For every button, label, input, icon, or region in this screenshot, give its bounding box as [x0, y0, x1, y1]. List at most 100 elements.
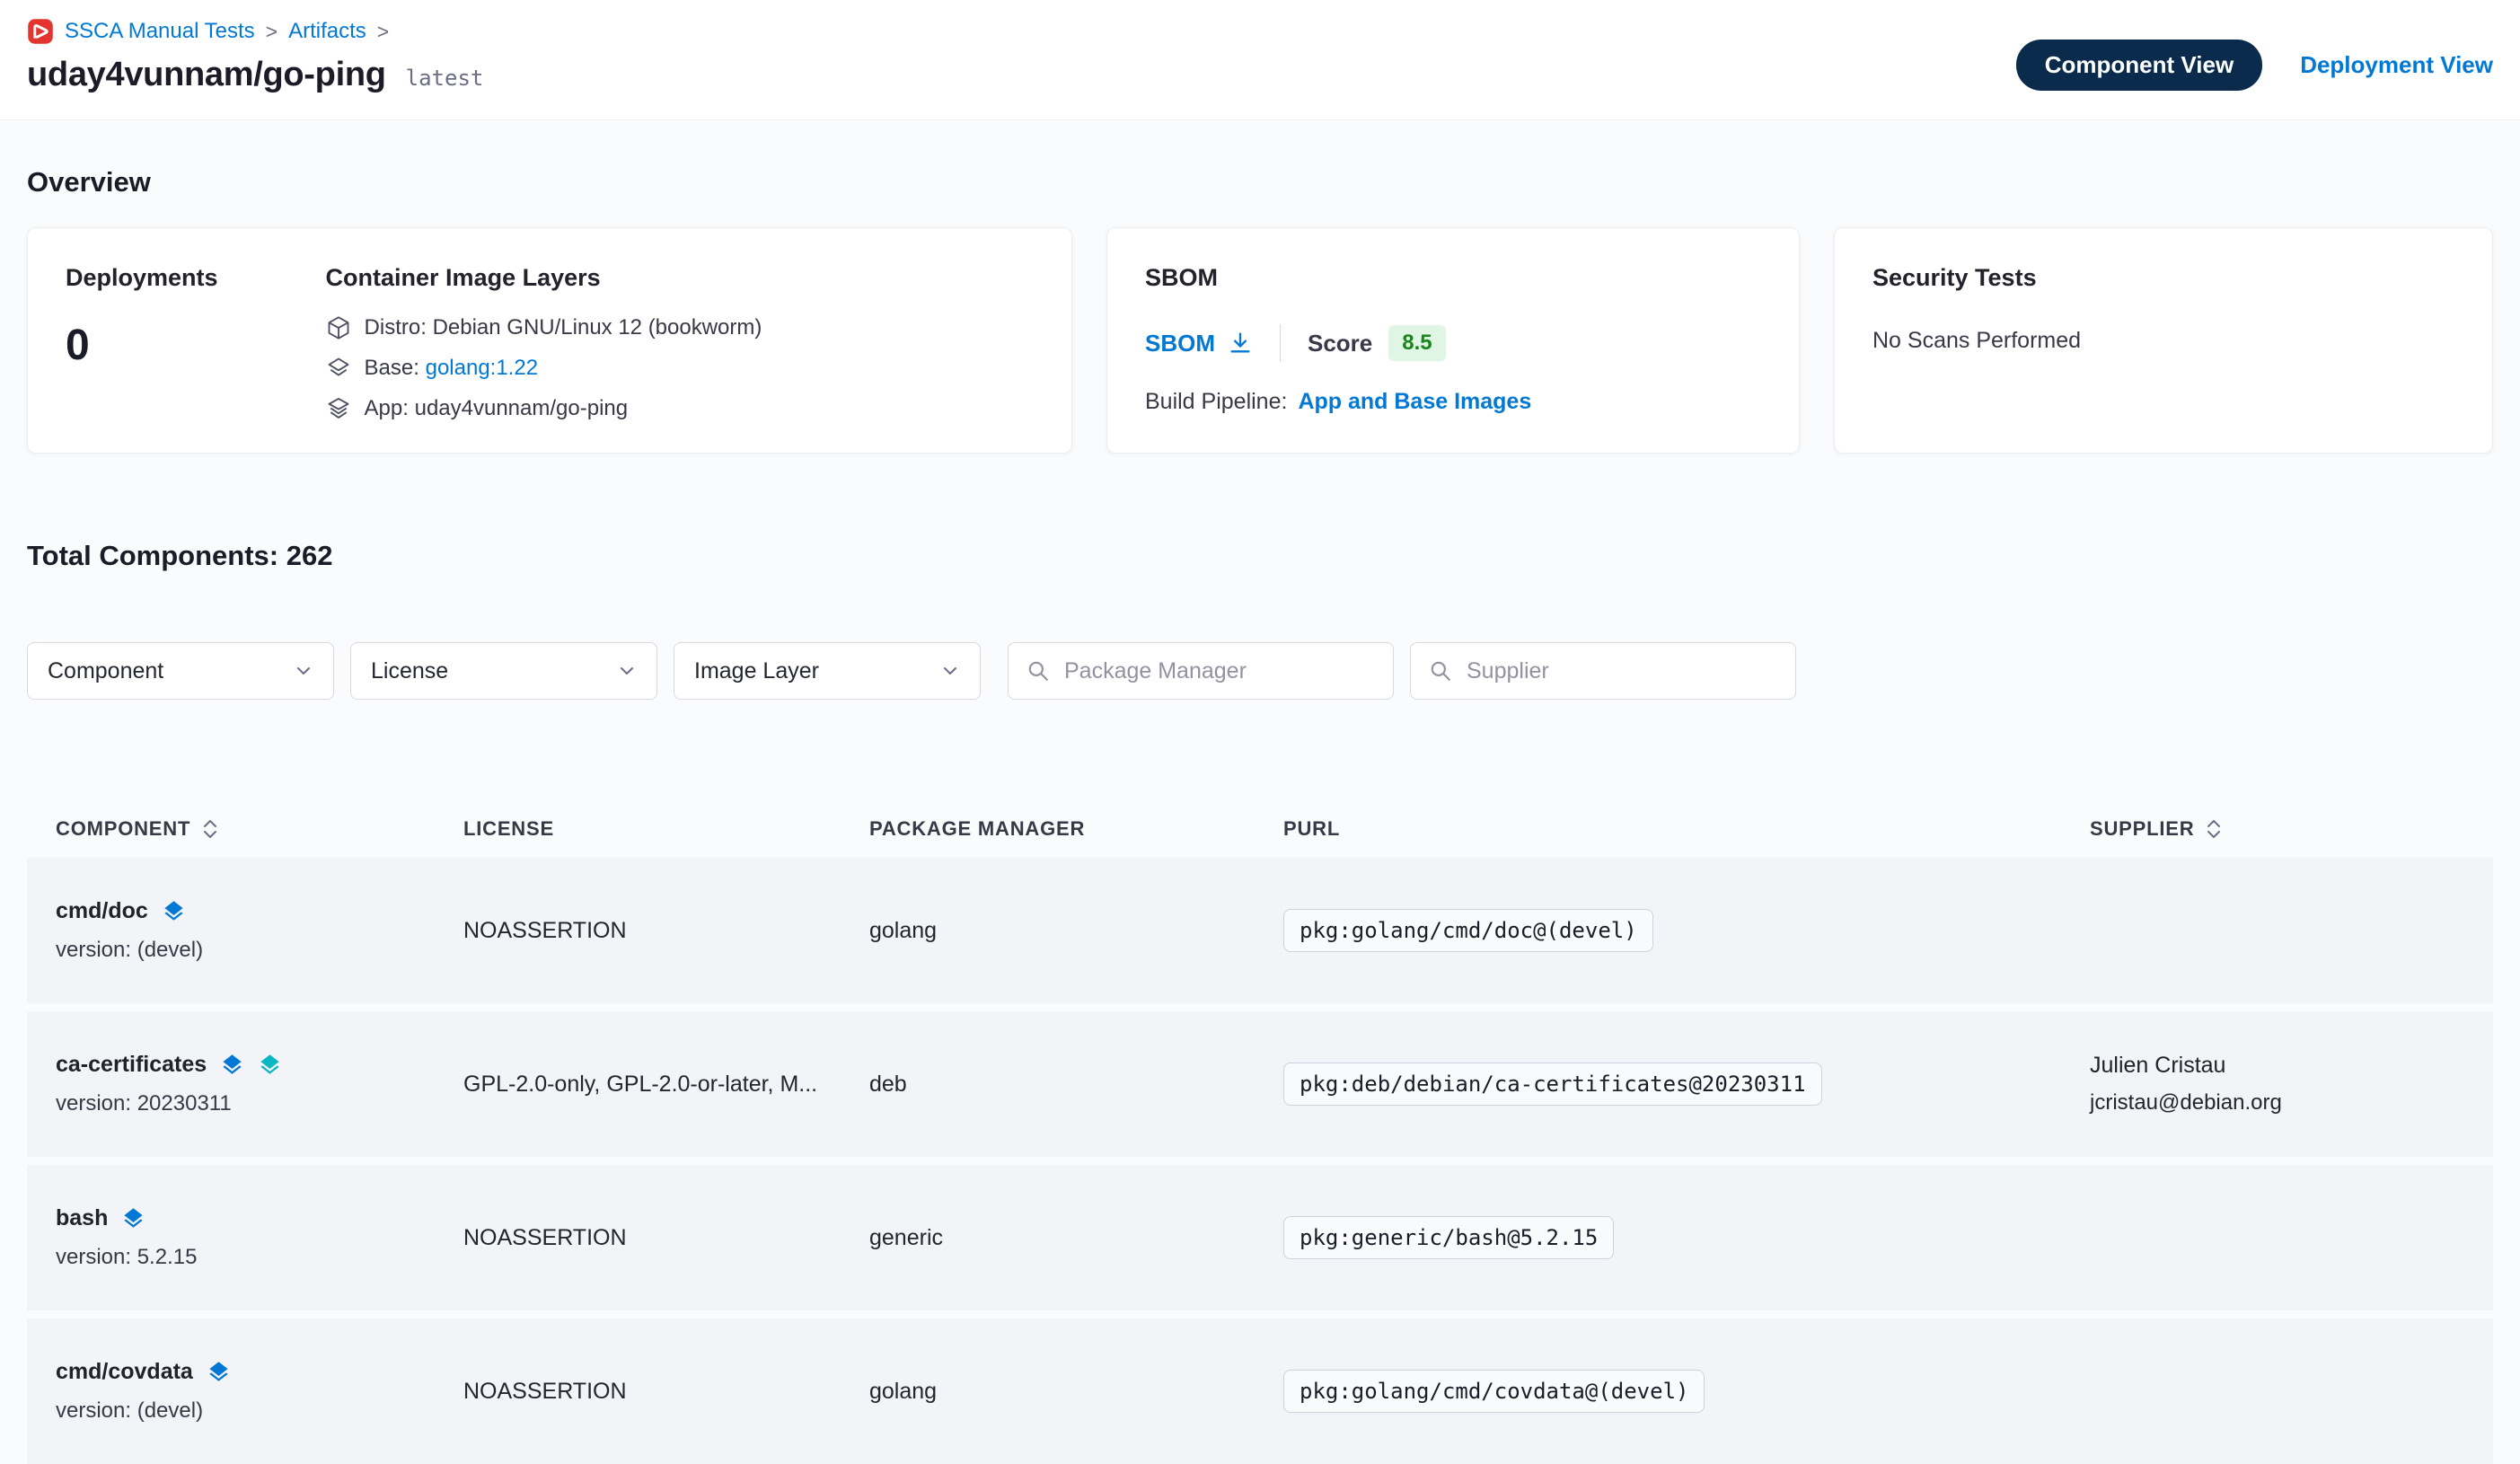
component-version: version: 5.2.15: [56, 1245, 463, 1270]
breadcrumb: SSCA Manual Tests > Artifacts >: [27, 18, 483, 45]
chevron-down-icon: [294, 661, 313, 681]
component-view-button[interactable]: Component View: [2016, 40, 2262, 91]
component-name: bash: [56, 1205, 108, 1231]
component-filter-dropdown[interactable]: Component: [27, 642, 334, 700]
layers-icon: [220, 1053, 244, 1077]
deployments-title: Deployments: [66, 264, 218, 292]
security-tests-status: No Scans Performed: [1872, 328, 2454, 354]
app-row: App: uday4vunnam/go-ping: [326, 396, 762, 421]
image-layer-filter-label: Image Layer: [694, 658, 819, 684]
license-cell: NOASSERTION: [463, 918, 869, 944]
table-row[interactable]: bash version: 5.2.15 NOASSERTION generic…: [27, 1165, 2493, 1310]
purl-chip: pkg:deb/debian/ca-certificates@20230311: [1283, 1063, 1822, 1106]
column-header-package-manager: PACKAGE MANAGER: [869, 817, 1283, 841]
license-cell: NOASSERTION: [463, 1225, 869, 1251]
search-icon: [1429, 659, 1452, 683]
harness-logo-icon: [27, 18, 54, 45]
sbom-title: SBOM: [1145, 264, 1761, 292]
score-label: Score: [1308, 330, 1372, 357]
supplier-email: jcristau@debian.org: [2090, 1090, 2464, 1116]
deployment-view-link[interactable]: Deployment View: [2300, 51, 2493, 79]
supplier-search: [1410, 642, 1796, 700]
page-title: uday4vunnam/go-ping: [27, 56, 386, 94]
distro-label: Distro:: [365, 315, 427, 340]
filter-bar: Component License Image Layer: [27, 642, 2493, 700]
deployments-count: 0: [66, 321, 218, 370]
license-filter-label: License: [371, 658, 448, 684]
component-name: cmd/doc: [56, 898, 148, 924]
package-manager-search-input[interactable]: [1062, 657, 1375, 685]
table-header: COMPONENT LICENSE PACKAGE MANAGER PURL S…: [27, 800, 2493, 858]
app-label: App:: [365, 396, 409, 420]
purl-chip: pkg:golang/cmd/covdata@(devel): [1283, 1370, 1705, 1413]
purl-chip: pkg:generic/bash@5.2.15: [1283, 1216, 1614, 1259]
package-manager-cell: golang: [869, 1379, 1283, 1405]
security-tests-card: Security Tests No Scans Performed: [1834, 227, 2493, 454]
component-filter-label: Component: [48, 658, 163, 684]
layers-icon: [207, 1360, 231, 1384]
package-manager-cell: deb: [869, 1072, 1283, 1098]
deployments-layers-card: Deployments 0 Container Image Layers Dis…: [27, 227, 1072, 454]
total-components-heading: Total Components: 262: [27, 540, 2493, 572]
license-cell: GPL-2.0-only, GPL-2.0-or-later, M...: [463, 1072, 869, 1098]
distro-cube-icon: [326, 315, 351, 340]
purl-chip: pkg:golang/cmd/doc@(devel): [1283, 909, 1653, 952]
main-content: Overview Deployments 0 Container Image L…: [0, 166, 2520, 1464]
build-pipeline-link[interactable]: App and Base Images: [1298, 389, 1531, 415]
table-row[interactable]: cmd/covdata version: (devel) NOASSERTION…: [27, 1318, 2493, 1464]
component-name: ca-certificates: [56, 1052, 207, 1078]
breadcrumb-link-artifacts[interactable]: Artifacts: [288, 19, 366, 44]
overview-heading: Overview: [27, 166, 2493, 198]
build-pipeline-label: Build Pipeline:: [1145, 389, 1287, 415]
package-manager-search: [1008, 642, 1394, 700]
topbar: SSCA Manual Tests > Artifacts > uday4vun…: [0, 0, 2520, 119]
distro-value: Debian GNU/Linux 12 (bookworm): [433, 315, 762, 340]
supplier-search-input[interactable]: [1465, 657, 1777, 685]
package-manager-cell: golang: [869, 918, 1283, 944]
sbom-download-link[interactable]: SBOM: [1145, 330, 1253, 357]
app-layers-icon: [326, 396, 351, 421]
sort-icon[interactable]: [2205, 817, 2223, 841]
base-label: Base:: [365, 356, 419, 380]
components-table: COMPONENT LICENSE PACKAGE MANAGER PURL S…: [27, 800, 2493, 1464]
column-header-supplier: SUPPLIER: [2090, 817, 2464, 841]
component-version: version: 20230311: [56, 1091, 463, 1116]
breadcrumb-link-project[interactable]: SSCA Manual Tests: [65, 19, 255, 44]
download-icon: [1228, 331, 1253, 356]
base-row: Base: golang:1.22: [326, 356, 762, 381]
chevron-down-icon: [617, 661, 637, 681]
supplier-name: Julien Cristau: [2090, 1053, 2464, 1079]
security-tests-title: Security Tests: [1872, 264, 2454, 292]
component-version: version: (devel): [56, 938, 463, 963]
table-row[interactable]: cmd/doc version: (devel) NOASSERTION gol…: [27, 858, 2493, 1003]
sbom-download-label: SBOM: [1145, 330, 1215, 357]
column-header-component: COMPONENT: [56, 817, 463, 841]
component-name: cmd/covdata: [56, 1359, 193, 1385]
image-layer-filter-dropdown[interactable]: Image Layer: [674, 642, 981, 700]
artifact-tag-latest: latest: [406, 66, 484, 91]
breadcrumb-separator: >: [377, 20, 389, 44]
layers-icon: [121, 1206, 145, 1230]
distro-row: Distro: Debian GNU/Linux 12 (bookworm): [326, 315, 762, 340]
sbom-card: SBOM SBOM Score 8.5 Build Pipeline: App …: [1106, 227, 1800, 454]
supplier-cell: Julien Cristau jcristau@debian.org: [2090, 1053, 2464, 1116]
base-layers-icon: [326, 356, 351, 381]
base-image-link[interactable]: golang:1.22: [426, 356, 538, 380]
column-header-purl: PURL: [1283, 817, 2090, 841]
layers-icon: [162, 899, 186, 923]
chevron-down-icon: [940, 661, 960, 681]
container-image-layers-title: Container Image Layers: [326, 264, 762, 292]
component-version: version: (devel): [56, 1398, 463, 1424]
table-row[interactable]: ca-certificates version: 20230311 GPL-2.…: [27, 1011, 2493, 1157]
package-manager-cell: generic: [869, 1225, 1283, 1251]
vertical-divider: [1280, 324, 1281, 362]
breadcrumb-separator: >: [266, 20, 278, 44]
sort-icon[interactable]: [201, 817, 219, 841]
app-value: uday4vunnam/go-ping: [415, 396, 629, 420]
layers-icon: [258, 1053, 282, 1077]
search-icon: [1027, 659, 1050, 683]
score-badge: 8.5: [1388, 325, 1445, 361]
license-filter-dropdown[interactable]: License: [350, 642, 657, 700]
overview-cards: Deployments 0 Container Image Layers Dis…: [27, 227, 2493, 454]
license-cell: NOASSERTION: [463, 1379, 869, 1405]
